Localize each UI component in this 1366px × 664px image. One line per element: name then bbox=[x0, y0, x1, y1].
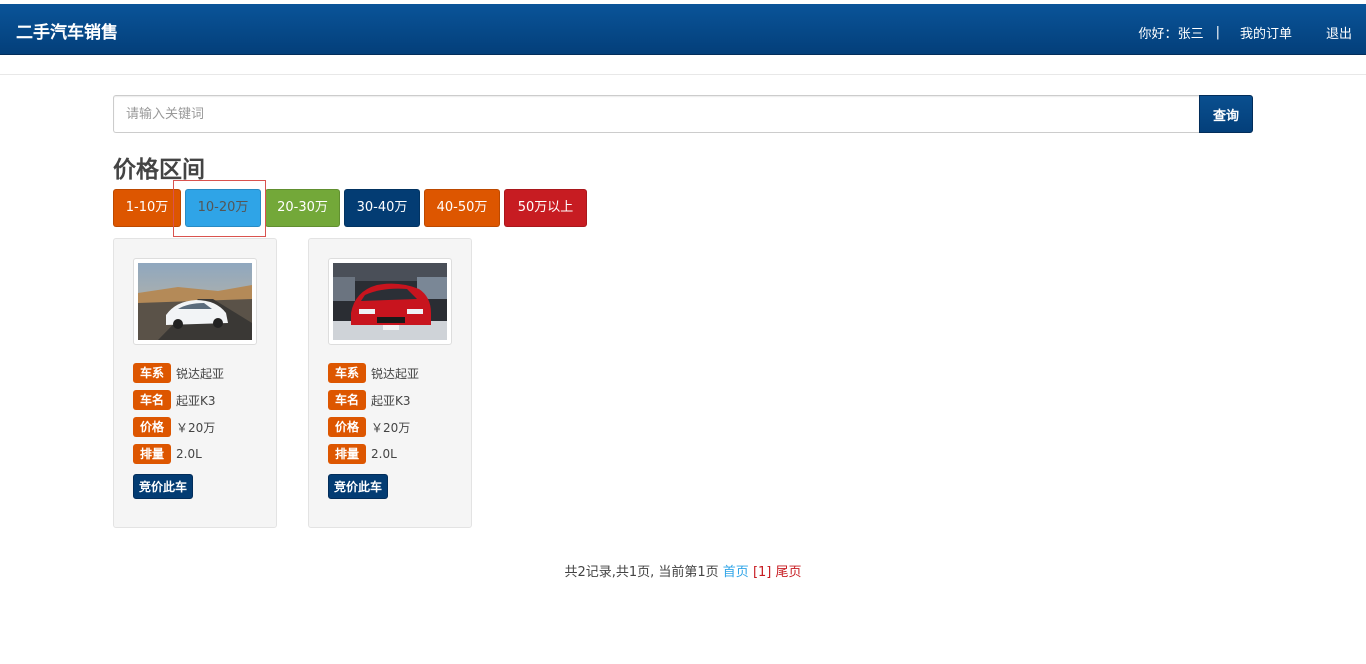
user-nav: 你好：张三 | 我的订单 退出 bbox=[1139, 23, 1352, 42]
price-btn-10-20[interactable]: 10-20万 bbox=[185, 189, 261, 227]
price-btn-1-10[interactable]: 1-10万 bbox=[113, 189, 181, 227]
car-series-row: 车系 锐达起亚 bbox=[328, 363, 419, 383]
price-tag: 价格 bbox=[133, 417, 171, 437]
price-btn-50-plus[interactable]: 50万以上 bbox=[504, 189, 587, 227]
nav-spacer bbox=[0, 55, 1366, 75]
white-sedan-desert-photo-icon bbox=[138, 263, 252, 340]
bid-button[interactable]: 竞价此车 bbox=[328, 474, 388, 499]
search-bar: 查询 bbox=[113, 95, 1253, 133]
bid-button[interactable]: 竞价此车 bbox=[133, 474, 193, 499]
nav-separator: | bbox=[1215, 25, 1220, 40]
price-btn-20-30[interactable]: 20-30万 bbox=[265, 189, 340, 227]
displacement-tag: 排量 bbox=[328, 444, 366, 464]
logout-link[interactable]: 退出 bbox=[1326, 23, 1352, 42]
car-displacement-value: 2.0L bbox=[371, 447, 397, 461]
car-displacement-row: 排量 2.0L bbox=[328, 444, 397, 464]
car-price-value: ￥20万 bbox=[371, 420, 411, 435]
price-tag: 价格 bbox=[328, 417, 366, 437]
series-tag: 车系 bbox=[133, 363, 171, 383]
car-price-row: 价格 ￥20万 bbox=[328, 417, 410, 437]
car-displacement-value: 2.0L bbox=[176, 447, 202, 461]
name-tag: 车名 bbox=[328, 390, 366, 410]
brand-title[interactable]: 二手汽车销售 bbox=[16, 18, 118, 43]
car-series-value: 锐达起亚 bbox=[176, 366, 225, 381]
name-tag: 车名 bbox=[133, 390, 171, 410]
car-card: 车系 锐达起亚 车名 起亚K3 价格 ￥20万 排量 2.0L 竞价此车 bbox=[113, 238, 277, 528]
my-orders-link[interactable]: 我的订单 bbox=[1240, 23, 1292, 42]
car-name-value: 起亚K3 bbox=[371, 393, 411, 408]
first-page-link[interactable]: 首页 bbox=[723, 565, 749, 580]
displacement-tag: 排量 bbox=[133, 444, 171, 464]
navbar: 二手汽车销售 你好：张三 | 我的订单 退出 bbox=[0, 4, 1366, 55]
car-thumbnail[interactable] bbox=[328, 258, 452, 345]
greeting-label: 你好： bbox=[1138, 27, 1178, 42]
car-series-row: 车系 锐达起亚 bbox=[133, 363, 224, 383]
username: 张三 bbox=[1177, 27, 1204, 42]
search-button[interactable]: 查询 bbox=[1199, 95, 1253, 133]
car-name-row: 车名 起亚K3 bbox=[328, 390, 411, 410]
car-displacement-row: 排量 2.0L bbox=[133, 444, 202, 464]
car-thumbnail[interactable] bbox=[133, 258, 257, 345]
search-input[interactable] bbox=[113, 95, 1199, 133]
price-btn-40-50[interactable]: 40-50万 bbox=[424, 189, 500, 227]
car-name-value: 起亚K3 bbox=[176, 393, 216, 408]
price-range-title: 价格区间 bbox=[113, 157, 205, 183]
last-page-link[interactable]: 尾页 bbox=[776, 565, 802, 580]
car-price-row: 价格 ￥20万 bbox=[133, 417, 215, 437]
user-greeting: 你好：张三 bbox=[1139, 23, 1204, 42]
car-series-value: 锐达起亚 bbox=[371, 366, 420, 381]
pagination: 共2记录,共1页, 当前第1页 首页 [1] 尾页 bbox=[0, 561, 1366, 580]
price-btn-30-40[interactable]: 30-40万 bbox=[344, 189, 420, 227]
car-card: 车系 锐达起亚 车名 起亚K3 价格 ￥20万 排量 2.0L 竞价此车 bbox=[308, 238, 472, 528]
red-car-showroom-photo-icon bbox=[333, 263, 447, 340]
car-price-value: ￥20万 bbox=[176, 420, 216, 435]
pagination-summary: 共2记录,共1页, 当前第1页 bbox=[564, 565, 723, 580]
series-tag: 车系 bbox=[328, 363, 366, 383]
current-page[interactable]: [1] bbox=[753, 565, 771, 580]
car-name-row: 车名 起亚K3 bbox=[133, 390, 216, 410]
